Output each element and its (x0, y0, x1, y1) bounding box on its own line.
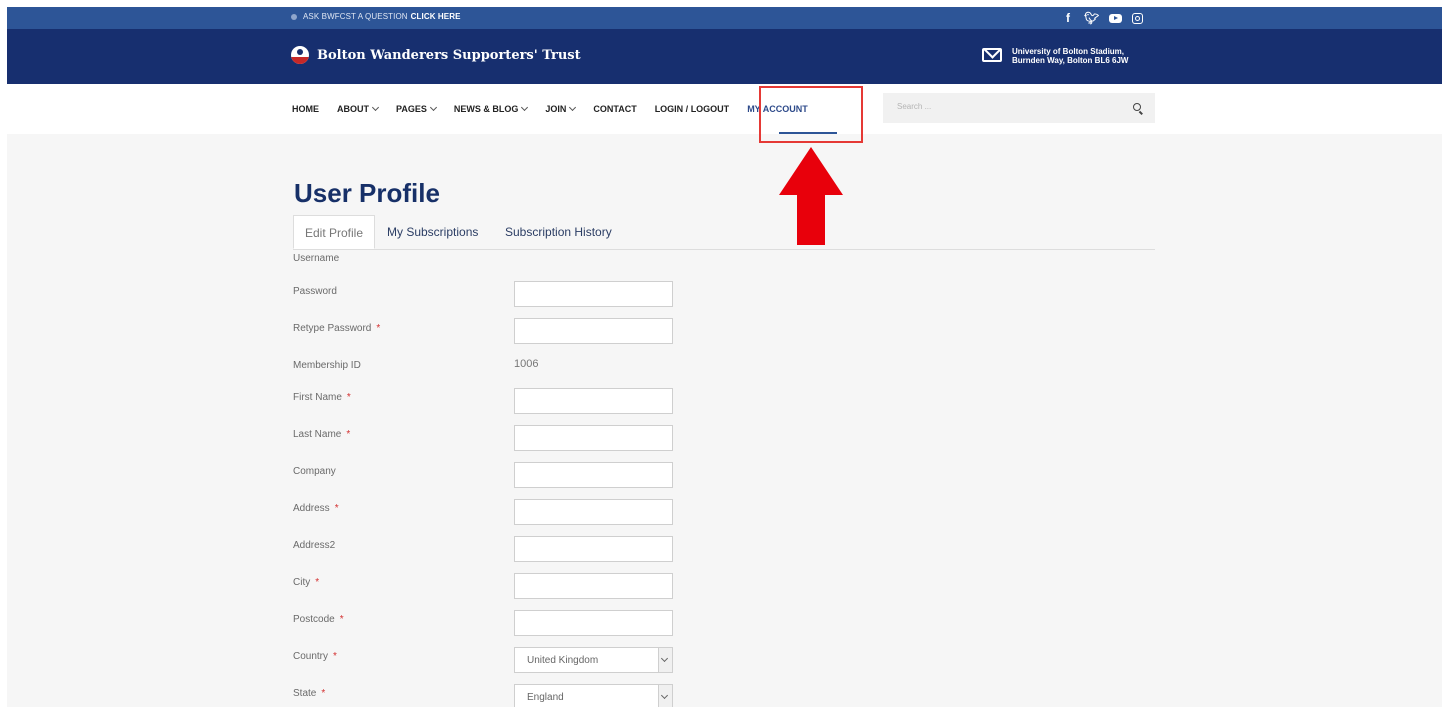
chevron-down-icon (371, 103, 380, 112)
lightbulb-icon (291, 13, 297, 20)
main-nav: HOME ABOUT PAGES NEWS & BLOG JOIN CONTAC… (7, 84, 1442, 134)
retype-password-input[interactable] (514, 318, 673, 344)
tab-my-subscriptions[interactable]: My Subscriptions (387, 215, 478, 249)
tab-edit-profile[interactable]: Edit Profile (293, 215, 376, 249)
country-label: Country * (293, 651, 337, 662)
first-name-input[interactable] (514, 388, 673, 414)
ask-question-link[interactable]: ASK BWFCST A QUESTION CLICK HERE (291, 12, 461, 21)
last-name-label: Last Name * (293, 429, 351, 440)
country-selected-value: United Kingdom (527, 655, 599, 666)
club-logo[interactable] (291, 46, 309, 64)
page-title: User Profile (294, 178, 440, 208)
last-name-input[interactable] (514, 425, 673, 451)
required-mark: * (339, 614, 344, 625)
address-input[interactable] (514, 499, 673, 525)
instagram-icon[interactable] (1132, 12, 1144, 24)
state-label: State * (293, 688, 326, 699)
required-mark: * (333, 651, 337, 662)
membership-id-label: Membership ID (293, 360, 361, 371)
password-input[interactable] (514, 281, 673, 307)
required-mark: * (334, 503, 339, 514)
social-links: f 🐦︎ (1062, 10, 1144, 26)
required-mark: * (346, 429, 351, 440)
tab-subscription-history[interactable]: Subscription History (505, 215, 612, 249)
nav-item-login-logout[interactable]: LOGIN / LOGOUT (655, 104, 730, 114)
postcode-input[interactable] (514, 610, 673, 636)
company-input[interactable] (514, 462, 673, 488)
youtube-icon[interactable] (1109, 14, 1123, 23)
nav-menu: HOME ABOUT PAGES NEWS & BLOG JOIN CONTAC… (292, 103, 826, 114)
nav-item-home[interactable]: HOME (292, 104, 319, 114)
site-header: Bolton Wanderers Supporters' Trust Unive… (7, 29, 1442, 84)
required-mark: * (321, 688, 326, 699)
nav-item-about[interactable]: ABOUT (337, 103, 380, 114)
search-input[interactable] (897, 102, 1117, 111)
username-label: Username (293, 253, 340, 264)
postcode-label: Postcode * (293, 614, 344, 625)
nav-item-news-blog[interactable]: NEWS & BLOG (454, 103, 529, 114)
first-name-label: First Name * (293, 392, 351, 403)
chevron-down-icon (569, 103, 577, 112)
chevron-down-icon (658, 685, 672, 707)
search-box (883, 93, 1155, 123)
company-label: Company (293, 466, 336, 477)
page-frame: ASK BWFCST A QUESTION CLICK HERE f 🐦︎ Bo… (7, 7, 1442, 707)
retype-password-label: Retype Password * (293, 323, 381, 334)
state-selected-value: England (527, 692, 564, 703)
search-icon[interactable] (1133, 103, 1141, 111)
nav-item-contact[interactable]: CONTACT (593, 104, 636, 114)
my-account-highlight (759, 86, 863, 143)
country-select[interactable]: United Kingdom (514, 647, 673, 673)
address-line-2: Burnden Way, Bolton BL6 6JW (1012, 56, 1129, 65)
chevron-down-icon (658, 648, 672, 672)
required-mark: * (315, 577, 320, 588)
facebook-icon[interactable]: f (1062, 10, 1074, 26)
required-mark: * (376, 323, 381, 334)
required-mark: * (346, 392, 351, 403)
top-bar: ASK BWFCST A QUESTION CLICK HERE f 🐦︎ (7, 7, 1442, 29)
nav-item-join[interactable]: JOIN (545, 103, 577, 114)
chevron-down-icon (429, 103, 437, 112)
profile-tabs: Edit Profile My Subscriptions Subscripti… (293, 215, 1155, 250)
stadium-address: University of Bolton Stadium, Burnden Wa… (1012, 47, 1128, 65)
address-label: Address * (293, 503, 339, 514)
nav-item-pages[interactable]: PAGES (396, 103, 437, 114)
address2-label: Address2 (293, 540, 336, 551)
chevron-down-icon (521, 103, 529, 112)
address2-input[interactable] (514, 536, 673, 562)
click-here-link[interactable]: CLICK HERE (411, 12, 461, 21)
address-line-1: University of Bolton Stadium, (1012, 47, 1125, 56)
membership-id-value: 1006 (514, 358, 539, 370)
city-label: City * (293, 577, 320, 588)
site-brand[interactable]: Bolton Wanderers Supporters' Trust (317, 48, 581, 63)
password-label: Password (293, 286, 337, 297)
city-input[interactable] (514, 573, 673, 599)
envelope-icon (982, 48, 1002, 62)
state-select[interactable]: England (514, 684, 673, 707)
ask-text: ASK BWFCST A QUESTION (303, 12, 408, 21)
twitter-icon[interactable]: 🐦︎ (1084, 10, 1099, 26)
